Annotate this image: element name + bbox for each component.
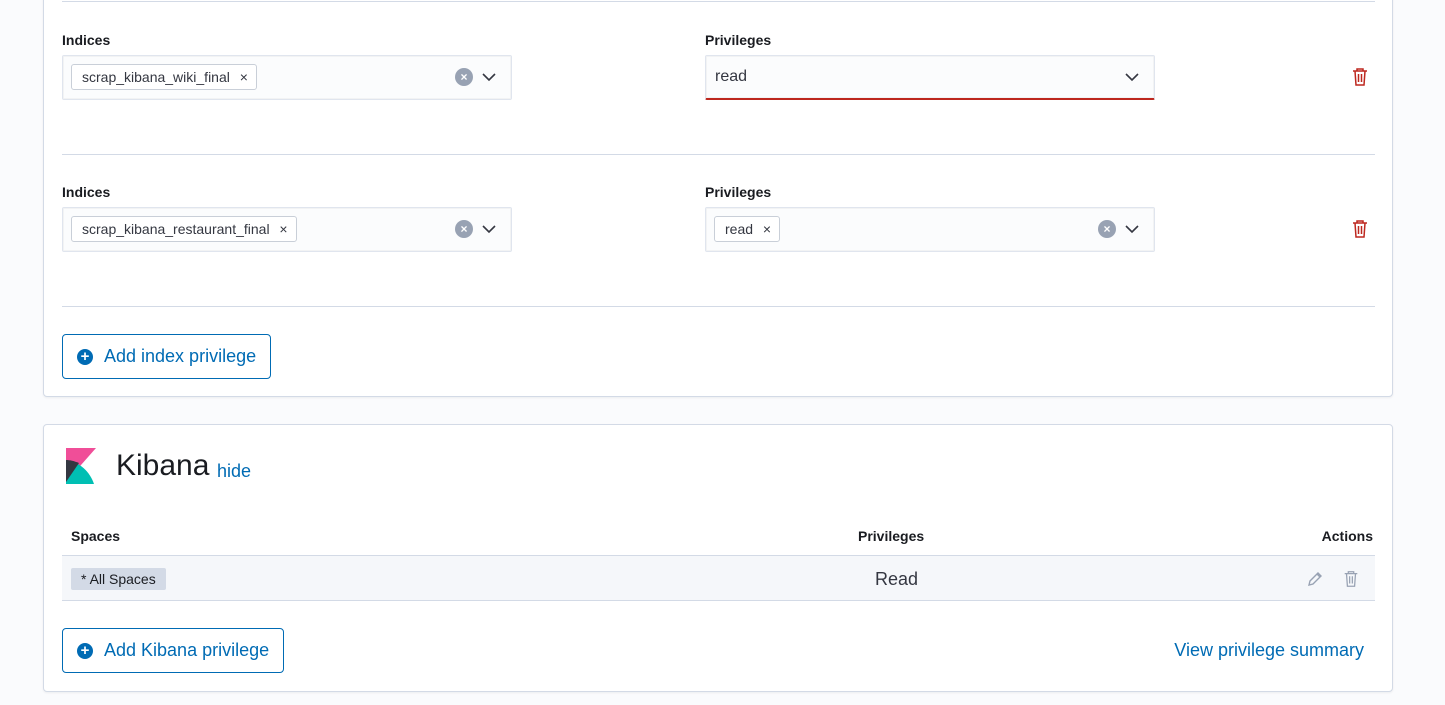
- add-index-privilege-button[interactable]: + Add index privilege: [62, 334, 272, 379]
- add-kibana-privilege-label: Add Kibana privilege: [104, 640, 270, 660]
- add-kibana-privilege-button[interactable]: + Add Kibana privilege: [62, 628, 285, 673]
- spaces-header: Spaces: [71, 528, 121, 544]
- kibana-title: Kibana: [116, 449, 210, 482]
- indices-combobox[interactable]: scrap_kibana_restaurant_final × ×: [62, 207, 512, 252]
- index-pill-label: scrap_kibana_wiki_final: [82, 69, 230, 85]
- index-pill: scrap_kibana_restaurant_final ×: [71, 216, 297, 242]
- index-privileges-panel: Indices scrap_kibana_wiki_final × × Priv…: [43, 0, 1393, 397]
- divider: [62, 306, 1375, 307]
- chevron-down-icon[interactable]: [1124, 69, 1140, 85]
- trash-icon[interactable]: [1342, 570, 1360, 588]
- index-pill-label: scrap_kibana_restaurant_final: [82, 221, 270, 237]
- chevron-down-icon[interactable]: [481, 221, 497, 237]
- remove-pill-icon[interactable]: ×: [279, 217, 287, 241]
- plus-circle-icon: +: [77, 642, 93, 659]
- kibana-logo-icon: [66, 448, 96, 484]
- space-badge: * All Spaces: [71, 568, 166, 590]
- privileges-input-value[interactable]: read: [715, 68, 747, 86]
- remove-pill-icon[interactable]: ×: [240, 65, 248, 89]
- trash-icon[interactable]: [1351, 67, 1369, 87]
- indices-label: Indices: [62, 32, 111, 48]
- view-privilege-summary-link[interactable]: View privilege summary: [1174, 640, 1364, 661]
- divider: [62, 1, 1375, 2]
- pencil-icon[interactable]: [1306, 570, 1324, 588]
- trash-icon[interactable]: [1351, 219, 1369, 239]
- privileges-label: Privileges: [705, 184, 772, 200]
- table-row: * All Spaces Read: [62, 555, 1375, 601]
- privileges-label: Privileges: [705, 32, 772, 48]
- indices-combobox[interactable]: scrap_kibana_wiki_final × ×: [62, 55, 512, 100]
- clear-icon[interactable]: ×: [1098, 220, 1116, 238]
- chevron-down-icon[interactable]: [481, 69, 497, 85]
- remove-pill-icon[interactable]: ×: [763, 217, 771, 241]
- hide-link[interactable]: hide: [217, 461, 251, 482]
- divider: [62, 154, 1375, 155]
- privilege-pill-label: read: [725, 221, 754, 237]
- clear-icon[interactable]: ×: [455, 220, 473, 238]
- clear-icon[interactable]: ×: [455, 68, 473, 86]
- add-index-privilege-label: Add index privilege: [104, 346, 257, 366]
- kibana-privileges-panel: Kibana hide Spaces Privileges Actions * …: [43, 424, 1393, 692]
- privileges-combobox[interactable]: read × ×: [705, 207, 1155, 252]
- plus-circle-icon: +: [77, 348, 93, 365]
- chevron-down-icon[interactable]: [1124, 221, 1140, 237]
- row-privilege: Read: [875, 569, 919, 589]
- privileges-combobox[interactable]: read: [705, 55, 1155, 100]
- actions-header: Actions: [1321, 528, 1373, 544]
- privilege-pill: read ×: [714, 216, 781, 242]
- indices-label: Indices: [62, 184, 111, 200]
- index-pill: scrap_kibana_wiki_final ×: [71, 64, 257, 90]
- privileges-header: Privileges: [858, 528, 925, 544]
